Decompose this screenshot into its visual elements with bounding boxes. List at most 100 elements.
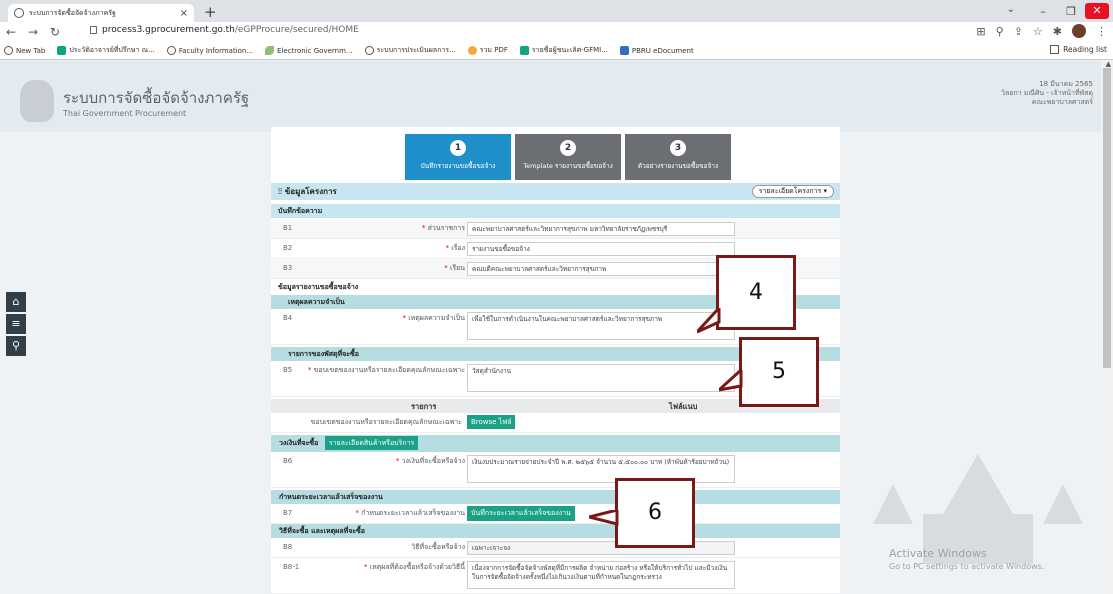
side-toolbar: ⌂ ≡ ⚲ xyxy=(6,292,26,358)
profile-avatar[interactable] xyxy=(1072,24,1086,38)
field-label: * ส่วนราชการ xyxy=(421,224,465,232)
department-field[interactable]: คณะพยาบาลศาสตร์และวิทยาการสุขภาพ มหาวิทย… xyxy=(467,222,735,236)
row-b6: B6 * วงเงินที่จะซื้อหรือจ้าง เงินงบประมา… xyxy=(271,452,840,488)
bookmark-evaluation[interactable]: ระบบการประเมินผลการ... xyxy=(364,45,456,56)
restore-icon[interactable]: ❐ xyxy=(1057,5,1085,18)
bookmark-edocument[interactable]: PBRU eDocument xyxy=(619,46,694,55)
search-icon[interactable]: ⚲ xyxy=(6,336,26,356)
reload-icon[interactable]: ↻ xyxy=(44,25,66,39)
bookmark-label: ระบบการประเมินผลการ... xyxy=(376,46,456,54)
window-controls: – ❐ ✕ xyxy=(1029,0,1113,22)
browser-tab[interactable]: ระบบการจัดซื้อจัดจ้างภาครัฐ × xyxy=(8,4,194,22)
drop-icon xyxy=(467,46,477,55)
lock-icon xyxy=(90,26,97,34)
step-number: 3 xyxy=(670,140,686,156)
field-label: * กำหนดระยะเวลาแล้วเสร็จของงาน xyxy=(355,509,465,517)
close-icon[interactable]: × xyxy=(180,8,188,19)
browser-tab-strip: ระบบการจัดซื้อจัดจ้างภาครัฐ × + ⌄ – ❐ ✕ xyxy=(0,0,1113,22)
bookmark-advisor-history[interactable]: ประวัติอาจารย์ที่ปรึกษา ณ... xyxy=(57,45,155,56)
site-header: ระบบการจัดซื้อจัดจ้างภาครัฐ Thai Governm… xyxy=(0,60,1113,132)
bookmark-label: ประวัติอาจารย์ที่ปรึกษา ณ... xyxy=(69,46,155,54)
row-b8: B8 วิธีที่จะซื้อหรือจ้าง เฉพาะเจาะจง xyxy=(271,538,840,558)
step-record-report[interactable]: 1 บันทึกรายงานขอซื้อขอจ้าง xyxy=(405,134,511,180)
translate-icon[interactable]: ⊞ xyxy=(976,25,985,38)
field-code: B6 xyxy=(283,457,293,465)
callout-5: 5 xyxy=(739,337,819,407)
user-dept: คณะพยาบาลศาสตร์ xyxy=(1031,98,1093,106)
field-label: * เรื่อง xyxy=(445,244,465,252)
bookmark-faculty-info[interactable]: Faculty Information... xyxy=(166,46,253,55)
reason-textarea[interactable]: เพื่อใช้ในการดำเนินงานในคณะพยาบาลศาสตร์แ… xyxy=(467,312,735,340)
page-content: ระบบการจัดซื้อจัดจ้างภาครัฐ Thai Governm… xyxy=(0,60,1113,594)
field-label: * วงเงินที่จะซื้อหรือจ้าง xyxy=(395,457,465,465)
scope-textarea[interactable]: วัสดุสำนักงาน xyxy=(467,364,735,392)
step-template[interactable]: 2 Template รายงานขอซื้อขอจ้าง xyxy=(515,134,621,180)
bookmark-winners[interactable]: รายชื่อผู้ชนะเลิศ-GFMI... xyxy=(519,45,608,56)
close-window-icon[interactable]: ✕ xyxy=(1085,3,1109,19)
zoom-icon[interactable]: ⚲ xyxy=(996,25,1004,38)
sheets-icon xyxy=(57,46,67,55)
bookmark-label: Electronic Governm... xyxy=(277,46,353,55)
leaf-icon xyxy=(265,46,275,55)
callout-5-pointer xyxy=(719,370,743,392)
attachment-label: ขอบเขตของงานหรือรายละเอียดคุณลักษณะเฉพาะ xyxy=(310,418,462,426)
bookmark-electronic-gov[interactable]: Electronic Governm... xyxy=(265,46,353,55)
step-sample[interactable]: 3 ตัวอย่างรายงานขอซื้อขอจ้าง xyxy=(625,134,731,180)
share-icon[interactable]: ⇪ xyxy=(1014,25,1023,38)
activate-windows-sub: Go to PC settings to activate Windows. xyxy=(889,562,1045,571)
site-title: ระบบการจัดซื้อจัดจ้างภาครัฐ xyxy=(63,89,250,107)
sheets-icon xyxy=(519,46,529,55)
field-label: * เรียน xyxy=(444,264,465,272)
subject-field[interactable]: รายงานขอซื้อขอจ้าง xyxy=(467,242,735,256)
to-field[interactable]: คณบดีคณะพยาบาลศาสตร์และวิทยาการสุขภาพ xyxy=(467,262,735,276)
reading-list-label: Reading list xyxy=(1063,45,1107,54)
chevron-down-icon[interactable]: ⌄ xyxy=(1007,4,1015,15)
bookmarks-bar: New Tab ประวัติอาจารย์ที่ปรึกษา ณ... Fac… xyxy=(0,42,1113,60)
garuda-logo xyxy=(20,80,54,122)
sliders-icon: ⫶⫶ xyxy=(278,187,285,196)
user-name: วิลยกา มณีศิน - เจ้าหน้าที่พัสดุ xyxy=(1001,89,1093,97)
reading-list[interactable]: Reading list xyxy=(1050,45,1107,54)
section-title: วงเงินที่จะซื้อ xyxy=(279,439,319,447)
col-attachment: ไฟล์แนบ xyxy=(669,402,698,411)
field-label: * เหตุผลที่ต้องซื้อหรือจ้างด้วยวิธีนี้ xyxy=(363,563,465,571)
field-code: B2 xyxy=(283,244,293,252)
user-info: 18 มีนาคม 2565 วิลยกา มณีศิน - เจ้าหน้าท… xyxy=(1001,80,1093,107)
step-number: 2 xyxy=(560,140,576,156)
product-details-button[interactable]: รายละเอียดสินค้าหรือบริการ xyxy=(324,436,419,450)
field-code: B1 xyxy=(283,224,293,232)
browse-file-button[interactable]: Browse ไฟล์ xyxy=(467,415,516,429)
project-info-header: ⫶⫶ ข้อมูลโครงการ รายละเอียดโครงการ ▾ xyxy=(271,183,840,200)
back-icon[interactable]: ← xyxy=(0,25,22,39)
url-path: /eGPProcure/secured/HOME xyxy=(234,25,359,35)
step-label: ตัวอย่างรายงานขอซื้อขอจ้าง xyxy=(637,162,719,170)
extensions-icon[interactable]: ✱ xyxy=(1053,25,1062,38)
globe-icon xyxy=(4,46,13,55)
project-details-button[interactable]: รายละเอียดโครงการ ▾ xyxy=(751,185,834,198)
scroll-up-icon[interactable]: ▲ xyxy=(1106,60,1111,68)
bookmark-label: รวม PDF xyxy=(479,46,508,54)
toolbar-right: ⊞ ⚲ ⇪ ☆ ✱ ⋮ xyxy=(976,24,1107,38)
bookmark-new-tab[interactable]: New Tab xyxy=(4,46,45,55)
address-bar[interactable]: process3.gprocurement.go.th/eGPProcure/s… xyxy=(90,25,359,35)
page-scrollbar[interactable]: ▲ xyxy=(1101,60,1113,594)
deadline-header: กำหนดระยะเวลาแล้วเสร็จของงาน xyxy=(271,490,840,504)
url-host: process3.gprocurement.go.th xyxy=(102,25,235,35)
star-icon[interactable]: ☆ xyxy=(1033,25,1043,38)
step-number: 1 xyxy=(450,140,466,156)
scroll-thumb[interactable] xyxy=(1103,68,1111,368)
method-reason-textarea[interactable]: เนื่องจากการจัดซื้อจัดจ้างพัสดุที่มีการผ… xyxy=(467,561,735,589)
menu-icon[interactable]: ≡ xyxy=(6,314,26,334)
globe-icon xyxy=(166,46,176,55)
menu-icon[interactable]: ⋮ xyxy=(1096,25,1107,38)
row-b7: B7 * กำหนดระยะเวลาแล้วเสร็จของงาน บันทึก… xyxy=(271,504,840,524)
field-label: * ขอบเขตของงานหรือรายละเอียดคุณลักษณะเฉพ… xyxy=(307,366,465,374)
attachment-row: ขอบเขตของงานหรือรายละเอียดคุณลักษณะเฉพาะ… xyxy=(271,413,840,433)
minimize-icon[interactable]: – xyxy=(1029,5,1057,18)
save-deadline-button[interactable]: บันทึกระยะเวลาแล้วเสร็จของงาน xyxy=(467,506,575,521)
home-icon[interactable]: ⌂ xyxy=(6,292,26,312)
forward-icon[interactable]: → xyxy=(22,25,44,39)
new-tab-icon[interactable]: + xyxy=(204,3,217,21)
step-label: Template รายงานขอซื้อขอจ้าง xyxy=(523,162,613,170)
bookmark-merge-pdf[interactable]: รวม PDF xyxy=(467,45,508,56)
